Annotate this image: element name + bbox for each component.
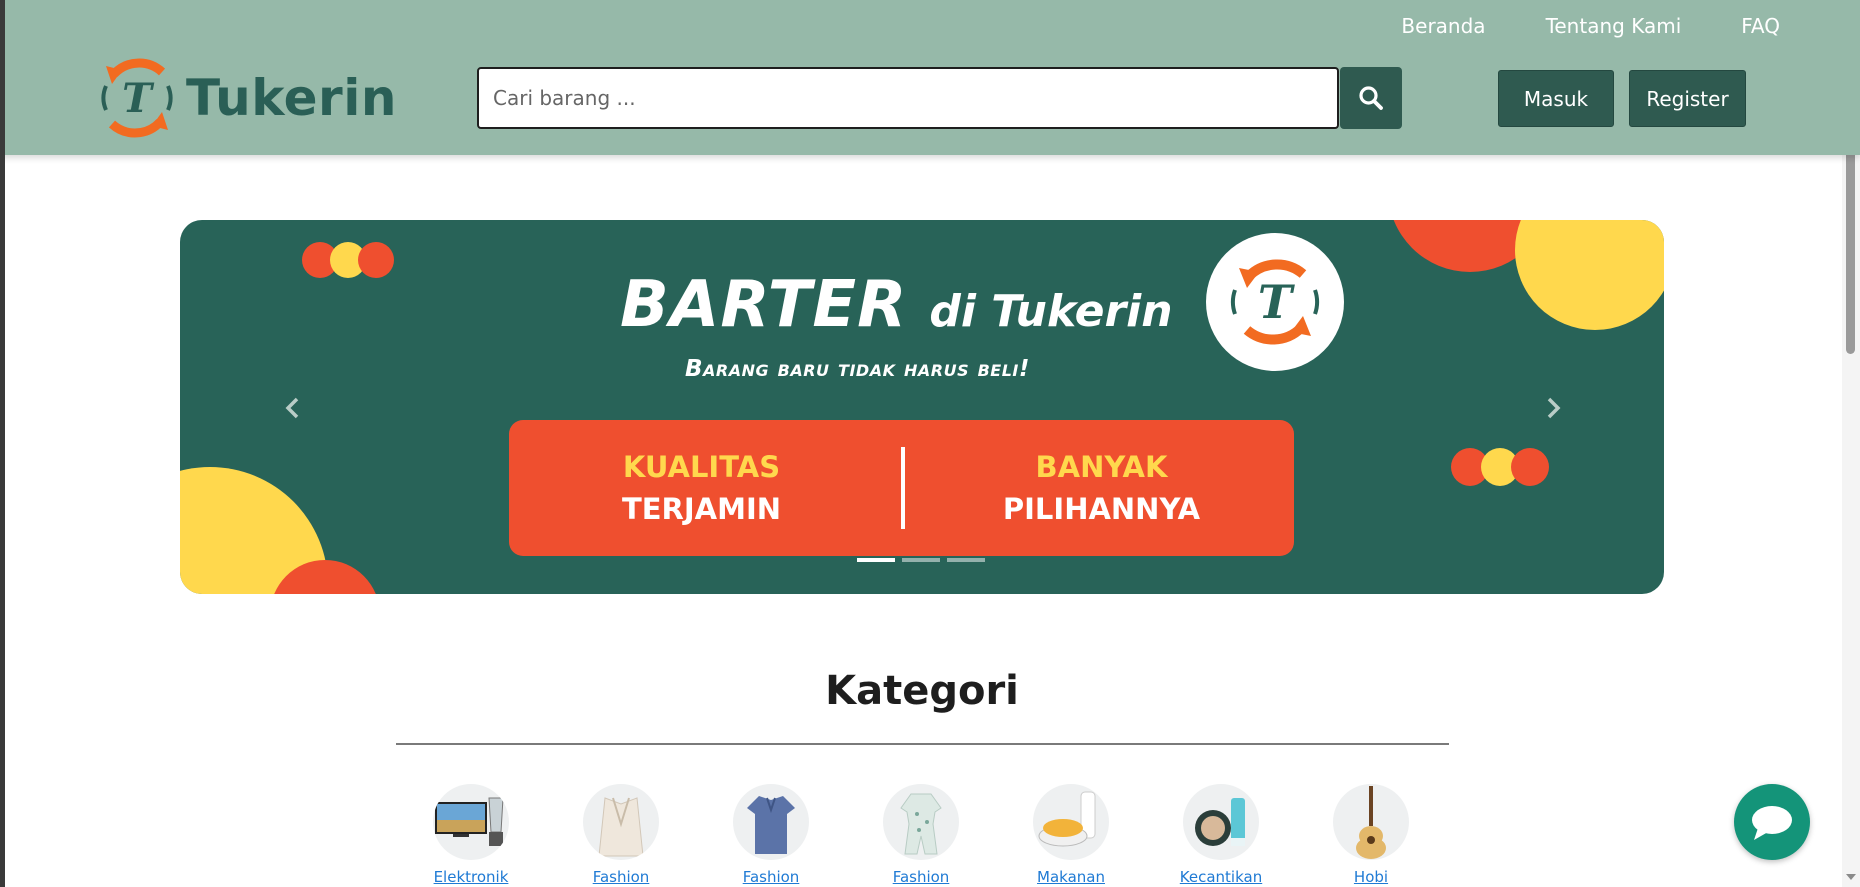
category-heading: Kategori — [825, 668, 1019, 714]
chevron-right-icon — [1547, 397, 1561, 419]
top-nav: Beranda Tentang Kami FAQ — [1401, 14, 1780, 38]
feature-quality: KUALITAS TERJAMIN — [509, 446, 894, 530]
category-item-fashion-polo[interactable]: Fashion — [711, 784, 831, 886]
svg-text:T: T — [1258, 275, 1296, 329]
tv-blender-icon — [433, 784, 509, 860]
search-icon — [1359, 86, 1383, 110]
login-button[interactable]: Masuk — [1498, 70, 1614, 127]
banner-title: BARTER di Tukerin — [620, 268, 1173, 342]
chat-bubble-icon — [1752, 806, 1792, 840]
ukulele-icon — [1333, 784, 1409, 860]
nav-link-beranda[interactable]: Beranda — [1401, 14, 1485, 38]
banner-subtitle: Barang baru tidak harus beli! — [685, 356, 1030, 382]
polo-shirt-icon — [733, 784, 809, 860]
category-label[interactable]: Fashion — [861, 868, 981, 886]
feature-choices-bottom: PILIHANNYA — [1002, 492, 1201, 526]
tukerin-logo-icon: T — [101, 58, 173, 138]
carousel-indicator-2[interactable] — [902, 558, 940, 562]
search-input[interactable] — [479, 69, 1337, 127]
feature-choices-top: BANYAK — [1035, 450, 1168, 484]
chevron-left-icon — [285, 397, 299, 419]
site-logo[interactable]: T Tukerin — [96, 52, 397, 144]
category-label[interactable]: Elektronik — [411, 868, 531, 886]
promo-carousel: T BARTER di Tukerin Barang baru tidak har… — [180, 220, 1664, 594]
category-label[interactable]: Fashion — [711, 868, 831, 886]
feature-choices: BANYAK PILIHANNYA — [909, 446, 1294, 530]
site-header: Beranda Tentang Kami FAQ T Tukerin Masuk… — [0, 0, 1860, 155]
category-label[interactable]: Makanan — [1011, 868, 1131, 886]
baby-onesie-icon — [883, 784, 959, 860]
carousel-prev-button[interactable] — [278, 390, 308, 426]
blazer-icon — [583, 784, 659, 860]
carousel-next-button[interactable] — [1538, 390, 1568, 426]
nav-link-faq[interactable]: FAQ — [1741, 14, 1780, 38]
category-item-elektronik[interactable]: Elektronik — [411, 784, 531, 886]
cosmetics-icon — [1183, 784, 1259, 860]
category-label[interactable]: Kecantikan — [1161, 868, 1281, 886]
carousel-indicator-3[interactable] — [947, 558, 985, 562]
svg-text:T: T — [122, 75, 155, 122]
category-label[interactable]: Fashion — [561, 868, 681, 886]
category-item-hobi[interactable]: Hobi — [1311, 784, 1431, 886]
category-label[interactable]: Hobi — [1311, 868, 1431, 886]
category-divider — [396, 743, 1449, 745]
category-item-fashion-baby[interactable]: Fashion — [861, 784, 981, 886]
category-item-kecantikan[interactable]: Kecantikan — [1161, 784, 1281, 886]
snack-milk-icon — [1033, 784, 1109, 860]
feature-quality-top: KUALITAS — [622, 450, 781, 484]
chat-button[interactable] — [1734, 784, 1810, 860]
category-item-fashion-blazer[interactable]: Fashion — [561, 784, 681, 886]
feature-quality-bottom: TERJAMIN — [621, 492, 782, 526]
window-edge — [0, 0, 5, 887]
carousel-indicator-1[interactable] — [857, 558, 895, 562]
feature-divider — [901, 447, 905, 529]
nav-link-tentang-kami[interactable]: Tentang Kami — [1546, 14, 1682, 38]
category-item-makanan[interactable]: Makanan — [1011, 784, 1131, 886]
scroll-down-arrow[interactable] — [1846, 874, 1856, 880]
logo-text: Tukerin — [186, 69, 397, 127]
register-button[interactable]: Register — [1629, 70, 1746, 127]
banner-feature-box: KUALITAS TERJAMIN BANYAK PILIHANNYA — [509, 420, 1294, 556]
banner-title-barter: BARTER — [620, 268, 908, 342]
banner-title-tukerin: di Tukerin — [929, 286, 1173, 337]
search-field[interactable] — [477, 67, 1339, 129]
search-button[interactable] — [1340, 67, 1402, 129]
carousel-indicators — [857, 558, 985, 562]
